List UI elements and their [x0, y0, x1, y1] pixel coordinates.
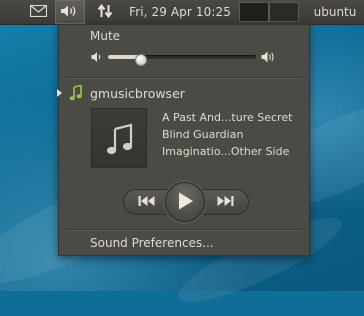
- volume-icon: [60, 4, 80, 21]
- clock-indicator[interactable]: Fri, 29 Apr 10:25: [126, 0, 234, 24]
- top-panel: Fri, 29 Apr 10:25 ubuntu: [0, 0, 364, 25]
- network-indicator[interactable]: [93, 0, 117, 24]
- volume-slider[interactable]: [108, 54, 256, 66]
- next-icon: [216, 195, 234, 210]
- volume-low-icon: [91, 51, 103, 66]
- album-art: [91, 108, 147, 168]
- user-indicator[interactable]: ubuntu: [306, 0, 364, 24]
- user-name: ubuntu: [313, 5, 357, 19]
- clock-text: Fri, 29 Apr 10:25: [129, 5, 231, 19]
- mute-menu-item[interactable]: Mute: [59, 25, 311, 47]
- sound-indicator[interactable]: [55, 0, 85, 24]
- mute-label: Mute: [90, 29, 121, 43]
- sound-preferences-item[interactable]: Sound Preferences...: [59, 232, 311, 254]
- volume-row: [59, 50, 311, 66]
- music-note-icon: [69, 84, 83, 104]
- network-transfer-icon: [97, 3, 113, 22]
- mail-indicator[interactable]: [26, 0, 50, 24]
- track-info: A Past And...ture Secret Blind Guardian …: [162, 109, 292, 160]
- track-album: Imaginatio...Other Side: [162, 145, 290, 158]
- sound-menu: Mute gmusicbrowser A Past And...ture Sec…: [56, 24, 311, 256]
- track-title: A Past And...ture Secret: [162, 111, 293, 124]
- volume-slider-handle[interactable]: [135, 54, 147, 66]
- menu-separator: [65, 77, 303, 78]
- menu-separator: [65, 229, 303, 230]
- workspace-thumbnail-2[interactable]: [269, 2, 299, 22]
- player-running-indicator-icon: [56, 87, 64, 101]
- mail-icon: [29, 4, 47, 20]
- workspace-thumbnail-1[interactable]: [239, 2, 269, 22]
- play-button[interactable]: [165, 182, 205, 222]
- play-icon: [176, 191, 194, 214]
- player-name: gmusicbrowser: [90, 86, 185, 101]
- sound-preferences-label: Sound Preferences...: [90, 236, 214, 250]
- music-note-placeholder-icon: [106, 123, 134, 158]
- previous-button[interactable]: [134, 190, 160, 214]
- track-artist: Blind Guardian: [162, 128, 244, 141]
- volume-high-icon: [261, 50, 277, 67]
- player-header-item[interactable]: gmusicbrowser: [56, 82, 311, 104]
- previous-icon: [138, 195, 156, 210]
- next-button[interactable]: [212, 190, 238, 214]
